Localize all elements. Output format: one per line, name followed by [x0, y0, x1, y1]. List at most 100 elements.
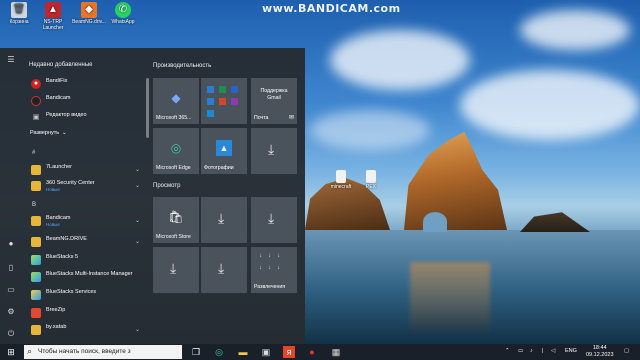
chevron-down-icon: ⌄ [134, 218, 140, 224]
tile-download-placeholder[interactable]: ⤓ [153, 247, 199, 293]
search-icon: ⌕ [27, 346, 33, 356]
tile-label: Развлечения [254, 284, 286, 290]
onedrive-icon [207, 98, 214, 105]
tile-photos[interactable]: ▲ Фотографии [201, 128, 247, 174]
tile-microsoft-edge[interactable]: ◎ Microsoft Edge [153, 128, 199, 174]
app-item-breezip[interactable]: BreeZip [28, 306, 144, 320]
pictures-icon[interactable]: ▭ [5, 284, 17, 296]
powerpoint-icon [219, 98, 226, 105]
onenote-icon [231, 98, 238, 105]
app-list-scrollbar[interactable] [146, 78, 149, 138]
app-item-bluestacks-mim[interactable]: BlueStacks Multi-Instance Manager [28, 270, 144, 284]
tile-download-placeholder[interactable]: ⤓ [251, 197, 297, 243]
show-hidden-icons-chevron[interactable]: ⌃ [505, 348, 510, 354]
tile-office-apps[interactable] [201, 78, 247, 124]
app-item-video-editor[interactable]: ▣ Редактор видео [28, 111, 144, 125]
tile-download-placeholder[interactable]: ⤓ [201, 247, 247, 293]
file-explorer-icon[interactable]: ▬ [237, 346, 249, 358]
clock[interactable]: 18:44 09.12.2023 [586, 345, 614, 359]
tile-label: Microsoft Store [156, 234, 191, 240]
tile-label: Почта [254, 115, 269, 121]
app-item-by-xatab[interactable]: by.xatab ⌄ [28, 323, 144, 337]
app-item-beamng-drive[interactable]: BeamNG.DRIVE ⌄ [28, 235, 144, 249]
volume-icon[interactable]: ♪ [530, 348, 533, 354]
app-label: Редактор видео [46, 112, 87, 118]
app-list: Недавно добавленные ● BandiFix Bandicam … [24, 48, 146, 344]
mail-envelope-icon: ✉ [288, 115, 294, 121]
start-menu: ☰ ● ▯ ▭ ⚙ ⏻ Недавно добавленные ● BandiF… [0, 48, 305, 344]
rock-reflection [410, 262, 490, 332]
bandifix-icon: ● [31, 79, 41, 89]
chevron-down-icon: ⌄ [134, 167, 140, 173]
network-icon[interactable]: ▭ [518, 348, 523, 354]
new-badge: Новые [46, 187, 60, 192]
launcher-icon: ▲ [45, 2, 61, 18]
beamng-icon: ◆ [81, 2, 97, 18]
tile-download-placeholder[interactable]: ⤓ [251, 128, 297, 174]
cloud [310, 110, 430, 150]
yandex-browser-icon[interactable]: я [283, 346, 295, 358]
desktop-icon-label: NS-TRP Launcher [42, 19, 64, 31]
desktop-icon-recycle-bin[interactable]: 🗑 Корзина [0, 2, 38, 25]
letter-header-b[interactable]: B [32, 202, 36, 208]
speaker-icon[interactable]: ◁ [551, 348, 555, 354]
desktop-file-pex[interactable]: PEX [352, 170, 390, 190]
desktop-icon-label: BeamNG.driv... [72, 19, 106, 25]
group-productivity-title: Производительность [153, 63, 212, 69]
taskbar: ⊞ ⌕ Чтобы начать поиск, введите з ❐ ◎ ▬ … [0, 344, 640, 360]
folder-icon [31, 325, 41, 335]
app-label: BandiFix [46, 78, 68, 84]
app-taskbar-icon[interactable]: ▦ [330, 346, 342, 358]
bandicam-taskbar-icon[interactable]: ● [306, 346, 318, 358]
notifications-icon[interactable]: ▢ [624, 348, 629, 354]
app-item-360-security[interactable]: 360 Security Center Новые ⌄ [28, 179, 144, 193]
language-indicator[interactable]: ENG [565, 348, 577, 354]
download-icon: ⤓ [170, 260, 177, 276]
tile-label: Gmail [267, 95, 281, 101]
user-account-icon[interactable]: ● [5, 238, 17, 250]
app-item-bluestacks5[interactable]: BlueStacks 5 [28, 253, 144, 267]
app-label: by.xatab [46, 324, 67, 330]
tile-microsoft-store[interactable]: 🛍 Microsoft Store [153, 197, 199, 243]
folder-icon [31, 181, 41, 191]
tile-gmail-support[interactable]: Поддержка Gmail Почта ✉ [251, 78, 297, 124]
video-editor-icon: ▣ [32, 114, 40, 121]
clock-date: 09.12.2023 [586, 352, 614, 358]
store-taskbar-icon[interactable]: ▣ [260, 346, 272, 358]
chevron-down-icon: ⌄ [134, 183, 140, 189]
documents-icon[interactable]: ▯ [5, 262, 17, 274]
microphone-icon[interactable]: | [542, 348, 543, 354]
chevron-down-icon: ⌄ [134, 327, 140, 333]
search-box[interactable]: ⌕ Чтобы начать поиск, введите з [24, 345, 182, 359]
download-icon: ⤓ [268, 210, 275, 226]
windows-start-icon[interactable]: ⊞ [5, 346, 17, 358]
bandicam-icon [31, 96, 41, 106]
tile-play[interactable]: ↓↓↓ ↓↓↓ Развлечения [251, 247, 297, 293]
desktop-icon-whatsapp[interactable]: ✆ WhatsApp [104, 2, 142, 25]
app-label: Bandicam [46, 95, 71, 101]
store-bag-icon: 🛍 [168, 210, 184, 224]
tile-microsoft-365[interactable]: ◆ Microsoft 365... [153, 78, 199, 124]
folder-icon [31, 216, 41, 226]
search-placeholder: Чтобы начать поиск, введите з [38, 348, 131, 355]
edge-taskbar-icon[interactable]: ◎ [213, 346, 225, 358]
file-icon [366, 170, 376, 183]
task-view-icon[interactable]: ❐ [190, 346, 202, 358]
folder-icon [31, 165, 41, 175]
power-icon[interactable]: ⏻ [5, 328, 17, 340]
desktop-icon-beamng[interactable]: ◆ BeamNG.driv... [70, 2, 108, 25]
clock-time: 18:44 [592, 345, 607, 351]
desktop-icon-ns-trp-launcher[interactable]: ▲ NS-TRP Launcher [34, 2, 72, 31]
app-item-bandifix[interactable]: ● BandiFix [28, 77, 144, 91]
expand-button[interactable]: Развернуть ⌄ [28, 129, 144, 143]
app-item-bluestacks-services[interactable]: BlueStacks Services [28, 288, 144, 302]
app-item-bandicam[interactable]: Bandicam [28, 94, 144, 108]
app-label: BlueStacks 5 [46, 254, 79, 260]
app-item-bandicam-folder[interactable]: Bandicam Новые ⌄ [28, 214, 144, 228]
settings-gear-icon[interactable]: ⚙ [5, 306, 17, 318]
letter-header-hash[interactable]: # [32, 150, 35, 156]
app-item-7launcher[interactable]: 7Launcher ⌄ [28, 163, 144, 177]
tile-download-placeholder[interactable]: ⤓ [201, 197, 247, 243]
hamburger-menu-icon[interactable]: ☰ [5, 54, 17, 66]
download-icon: ↓↓↓ [259, 253, 286, 259]
